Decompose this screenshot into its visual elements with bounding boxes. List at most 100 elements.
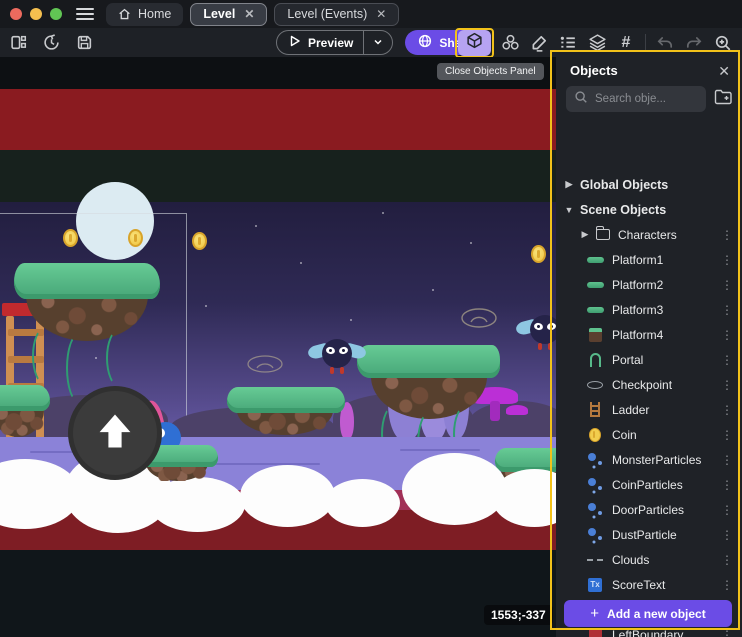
maximize-window-button[interactable] [50,8,62,20]
close-window-button[interactable] [10,8,22,20]
object-row[interactable]: DoorParticles [556,497,742,522]
add-new-object-button[interactable]: + Add a new object [564,600,732,627]
object-groups-icon[interactable] [500,33,520,53]
object-label: DoorParticles [612,503,684,517]
section-scene-objects[interactable]: ▼ Scene Objects [556,197,742,222]
object-row[interactable]: Clouds [556,547,742,572]
object-label: Ladder [612,403,649,417]
section-label: Global Objects [580,178,668,192]
monster-sprite[interactable] [308,337,366,379]
search-input[interactable]: Search obje... [566,86,706,112]
instances-list-icon[interactable] [558,33,578,53]
object-label: Platform2 [612,278,663,292]
coin-icon [586,427,604,443]
object-label: DustParticle [612,528,677,542]
objects-panel: Objects ✕ Search obje... ▶ Global Object… [556,55,742,637]
platform-island[interactable] [0,385,50,439]
object-menu-icon[interactable] [721,428,733,442]
object-menu-icon[interactable] [721,578,733,592]
object-row[interactable]: Checkpoint [556,372,742,397]
chevron-right-icon: ▶ [580,229,590,240]
object-menu-icon[interactable] [721,303,733,317]
section-global-objects[interactable]: ▶ Global Objects [556,172,742,197]
search-icon [574,90,588,109]
close-panel-icon[interactable]: ✕ [718,64,730,78]
tab-bar: Home Level ✕ Level (Events) ✕ [106,3,399,26]
minimize-window-button[interactable] [30,8,42,20]
object-menu-icon[interactable] [721,328,733,342]
window-controls [10,8,62,20]
object-row[interactable]: Platform4 [556,322,742,347]
object-menu-icon[interactable] [721,628,733,637]
preview-options-dropdown[interactable] [363,31,392,54]
tab-level-events[interactable]: Level (Events) ✕ [274,3,399,26]
tab-home[interactable]: Home [106,3,183,26]
close-tab-icon[interactable]: ✕ [376,7,386,21]
checkpoint-sprite[interactable] [246,354,284,374]
jump-control-button[interactable] [68,386,162,480]
cloud-sprite[interactable] [402,453,507,525]
mushroom-sprite [506,405,528,415]
grid-icon[interactable]: # [616,33,636,53]
object-label: ScoreText [612,578,665,592]
object-menu-icon[interactable] [721,228,733,242]
app-window: Home Level ✕ Level (Events) ✕ [0,0,742,637]
object-row[interactable]: ScoreText [556,572,742,597]
preview-button[interactable]: Preview [277,35,363,50]
object-row[interactable]: Coin [556,422,742,447]
chevron-down-icon: ▼ [564,205,574,215]
cloud-sprite[interactable] [150,477,245,532]
ladder-icon [586,402,604,418]
object-menu-icon[interactable] [721,378,733,392]
save-icon[interactable] [74,33,94,53]
object-menu-icon[interactable] [721,553,733,567]
tab-level[interactable]: Level ✕ [190,3,267,26]
object-menu-icon[interactable] [721,503,733,517]
objects-panel-toggle-button[interactable] [458,30,491,56]
coin-sprite[interactable] [192,232,207,250]
object-row[interactable]: Ladder [556,397,742,422]
folder-label: Characters [618,228,677,242]
object-row[interactable]: MonsterParticles [556,447,742,472]
object-menu-icon[interactable] [721,353,733,367]
monster-sprite[interactable] [516,313,556,355]
object-row[interactable]: Platform2 [556,272,742,297]
cloud-sprite[interactable] [240,465,335,527]
layers-icon[interactable] [587,33,607,53]
object-row[interactable]: Platform1 [556,247,742,272]
folder-characters[interactable]: ▶ Characters [556,222,742,247]
object-menu-icon[interactable] [721,278,733,292]
object-menu-icon[interactable] [721,403,733,417]
platform-green-icon [586,277,604,293]
object-menu-icon[interactable] [721,478,733,492]
menu-icon[interactable] [76,8,94,20]
undo-icon[interactable] [655,33,675,53]
platform-island[interactable] [227,387,345,437]
paint-brush-icon[interactable] [529,33,549,53]
history-icon[interactable] [41,33,61,53]
checkpoint-sprite[interactable] [460,307,498,329]
scene-editor-canvas[interactable]: 1553;-337 [0,57,556,637]
platform-green-icon [586,252,604,268]
dashes-icon [586,552,604,568]
object-row[interactable]: Platform3 [556,297,742,322]
redo-icon[interactable] [684,33,704,53]
coin-sprite[interactable] [128,229,143,247]
object-row[interactable]: Portal [556,347,742,372]
coin-sprite[interactable] [531,245,546,263]
add-folder-icon[interactable] [714,89,732,110]
object-label: Platform1 [612,253,663,267]
object-label: CoinParticles [612,478,683,492]
zoom-in-icon[interactable] [713,33,733,53]
top-boundary-band [0,89,556,150]
object-row[interactable]: DustParticle [556,522,742,547]
coin-sprite[interactable] [63,229,78,247]
object-row[interactable]: CoinParticles [556,472,742,497]
close-tab-icon[interactable]: ✕ [244,7,254,21]
cloud-sprite[interactable] [325,479,400,527]
object-menu-icon[interactable] [721,453,733,467]
open-properties-panel-icon[interactable] [8,33,28,53]
platform-island[interactable] [14,263,160,393]
object-menu-icon[interactable] [721,253,733,267]
object-menu-icon[interactable] [721,528,733,542]
